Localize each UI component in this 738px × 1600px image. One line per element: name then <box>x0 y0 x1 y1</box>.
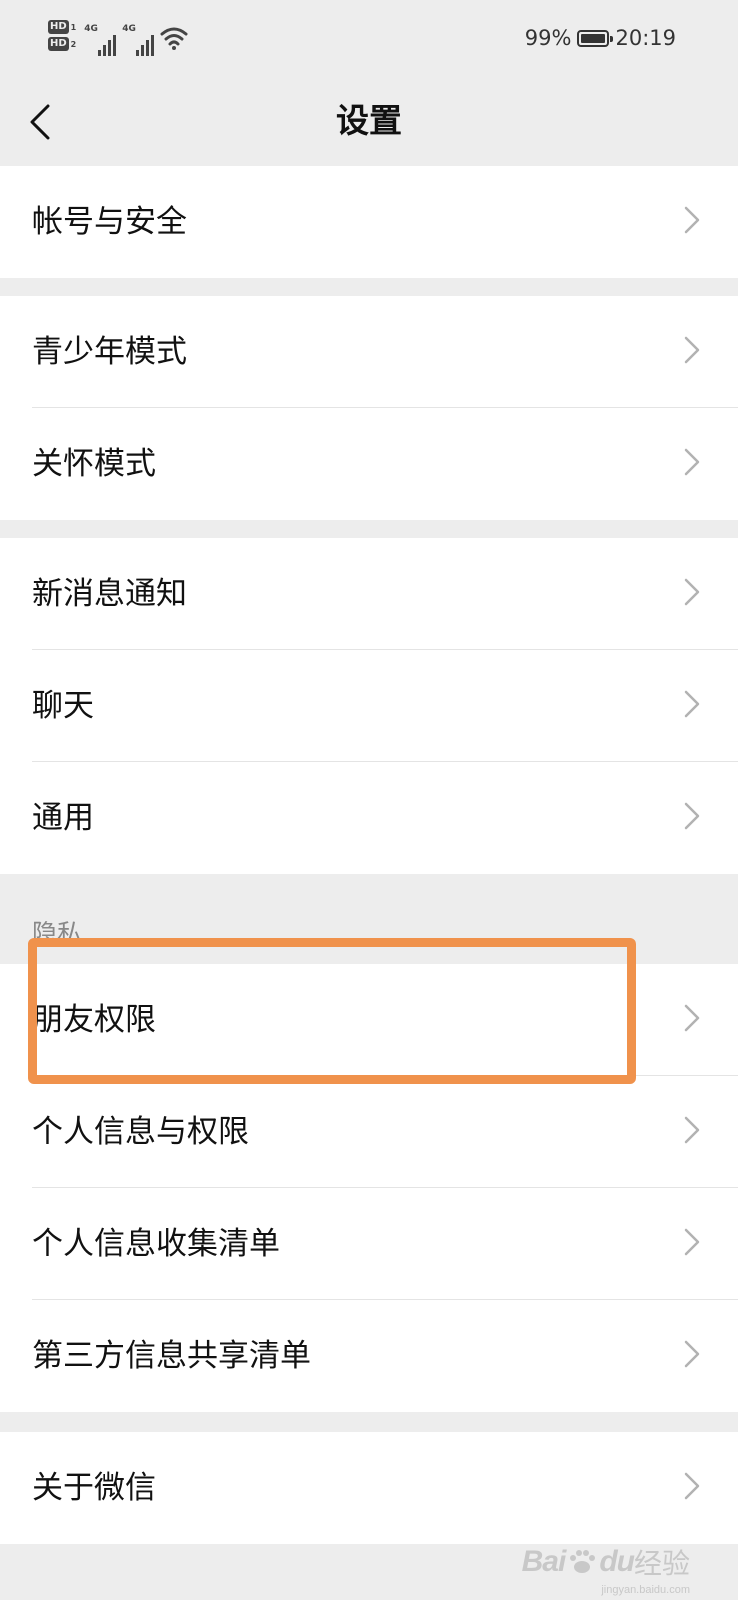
settings-item-label: 关怀模式 <box>32 446 156 482</box>
settings-item-label: 青少年模式 <box>32 334 187 370</box>
settings-group-modes: 青少年模式 关怀模式 <box>0 296 738 520</box>
settings-item-friend-permissions[interactable]: 朋友权限 <box>0 964 738 1076</box>
chevron-right-icon <box>684 206 700 234</box>
network-type-2: 4G <box>122 24 136 34</box>
chevron-right-icon <box>684 690 700 718</box>
section-header-label: 隐私 <box>32 919 83 948</box>
settings-item-care-mode[interactable]: 关怀模式 <box>0 408 738 520</box>
network-type-1: 4G <box>84 24 98 34</box>
settings-item-label: 第三方信息共享清单 <box>32 1338 311 1374</box>
chevron-right-icon <box>684 1472 700 1500</box>
settings-group-general: 新消息通知 聊天 通用 <box>0 538 738 874</box>
settings-group-privacy: 朋友权限 个人信息与权限 个人信息收集清单 第三方信息共享清单 <box>0 964 738 1412</box>
settings-item-label: 通用 <box>32 800 94 836</box>
baidu-watermark: Bai du 经验 jingyan.baidu.com <box>521 1542 690 1596</box>
hd-badge-1-num: 1 <box>70 22 77 32</box>
hd-badge-1: HD <box>48 20 69 34</box>
status-left: HD 1 HD 2 4G 4G <box>48 20 188 64</box>
chevron-right-icon <box>684 448 700 476</box>
chevron-right-icon <box>684 1116 700 1144</box>
settings-item-personal-info-permissions[interactable]: 个人信息与权限 <box>0 1076 738 1188</box>
settings-item-label: 关于微信 <box>32 1470 156 1506</box>
settings-item-label: 聊天 <box>32 688 94 724</box>
section-header-privacy: 隐私 <box>0 874 738 964</box>
settings-item-label: 个人信息与权限 <box>32 1114 249 1150</box>
settings-item-third-party-sharing[interactable]: 第三方信息共享清单 <box>0 1300 738 1412</box>
chevron-right-icon <box>684 1340 700 1368</box>
chevron-right-icon <box>684 1004 700 1032</box>
chevron-right-icon <box>684 578 700 606</box>
settings-item-teen-mode[interactable]: 青少年模式 <box>0 296 738 408</box>
settings-group-account: 帐号与安全 <box>0 166 738 278</box>
hd-icon: HD 1 HD 2 <box>48 20 76 51</box>
settings-group-about: 关于微信 <box>0 1432 738 1544</box>
settings-item-label: 新消息通知 <box>32 576 187 612</box>
watermark-suffix: 经验 <box>633 1548 690 1579</box>
watermark-brand: Bai <box>521 1545 567 1578</box>
paw-icon <box>570 1550 596 1573</box>
battery-icon <box>577 29 614 47</box>
settings-item-about-wechat[interactable]: 关于微信 <box>0 1432 738 1544</box>
settings-item-label: 朋友权限 <box>32 1002 156 1038</box>
settings-item-personal-info-collection[interactable]: 个人信息收集清单 <box>0 1188 738 1300</box>
settings-item-general[interactable]: 通用 <box>0 762 738 874</box>
clock: 20:19 <box>615 26 676 50</box>
status-right: 99% 20:19 <box>525 26 676 50</box>
watermark-brand-2: du <box>599 1545 635 1578</box>
settings-item-account-security[interactable]: 帐号与安全 <box>0 166 738 278</box>
chevron-right-icon <box>684 802 700 830</box>
settings-item-chat[interactable]: 聊天 <box>0 650 738 762</box>
status-bar: HD 1 HD 2 4G 4G 99% 20:19 <box>0 0 738 82</box>
settings-item-label: 帐号与安全 <box>32 204 187 240</box>
chevron-right-icon <box>684 336 700 364</box>
battery-percent: 99% <box>524 26 572 50</box>
nav-bar: 设置 <box>0 82 738 164</box>
signal-icon-2: 4G <box>122 20 155 56</box>
watermark-url: jingyan.baidu.com <box>601 1584 690 1596</box>
wifi-icon <box>160 27 188 50</box>
chevron-right-icon <box>684 1228 700 1256</box>
settings-item-label: 个人信息收集清单 <box>32 1226 280 1262</box>
page-title: 设置 <box>336 101 402 140</box>
settings-item-notifications[interactable]: 新消息通知 <box>0 538 738 650</box>
hd-badge-2: HD <box>48 37 69 51</box>
hd-badge-2-num: 2 <box>70 39 77 49</box>
signal-icon: 4G <box>84 20 117 56</box>
